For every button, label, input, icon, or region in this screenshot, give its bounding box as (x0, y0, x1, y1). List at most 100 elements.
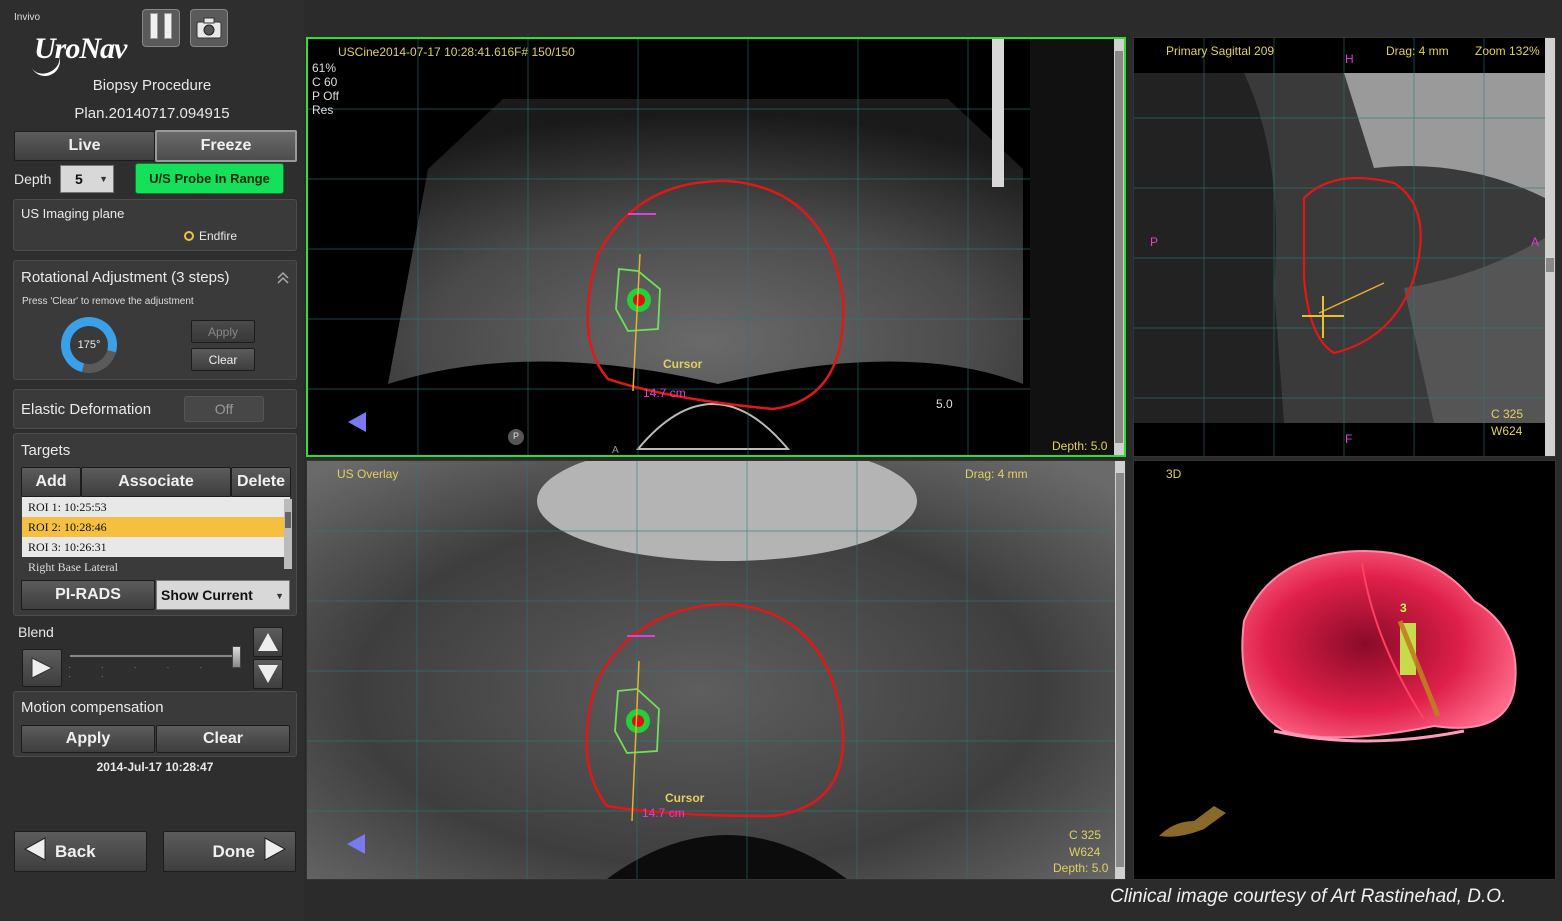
rotational-adjustment-group: Rotational Adjustment (3 steps) Press 'C… (13, 260, 297, 384)
us-param: C 60 (312, 75, 338, 89)
3d-viewport[interactable]: 3D 3 (1133, 460, 1556, 880)
us-marker-a: A (612, 445, 619, 456)
depth-label: Depth (14, 171, 52, 187)
sagittal-marker-a: A (1531, 235, 1540, 249)
targets-list[interactable]: ROI 1: 10:25:53 ROI 2: 10:28:46 ROI 3: 1… (22, 497, 290, 577)
forward-arrow-icon (261, 835, 289, 868)
sagittal-drag: Drag: 4 mm (1386, 44, 1449, 58)
image-credit: Clinical image courtesy of Art Rastineha… (1110, 886, 1507, 907)
blend-up-button[interactable] (253, 627, 283, 657)
control-panel: Invivo UroNav Biopsy Procedure Plan.2014… (0, 0, 304, 921)
sagittal-contrast: C 325 (1491, 407, 1524, 421)
motion-clear-button[interactable]: Clear (156, 725, 290, 753)
sagittal-zoom: Zoom 132% (1475, 44, 1540, 58)
back-button[interactable]: Back (14, 831, 147, 872)
elastic-deformation-title: Elastic Deformation (21, 401, 152, 418)
overlay-scrollbar[interactable] (1115, 461, 1125, 879)
snapshot-button[interactable] (190, 9, 228, 47)
elastic-deformation-group: Elastic Deformation Off (13, 389, 297, 429)
rotation-apply-button[interactable]: Apply (191, 320, 255, 343)
delete-target-button[interactable]: Delete (231, 467, 291, 497)
sagittal-marker-f: F (1345, 432, 1353, 446)
us-cursor-label: Cursor (663, 357, 703, 371)
timestamp: 2014-Jul-17 10:28:47 (96, 760, 214, 774)
arrow-down-icon (258, 665, 278, 683)
blend-slider-knob[interactable] (231, 646, 241, 668)
depth-value: 5 (75, 171, 83, 187)
targets-scroll-thumb[interactable] (285, 512, 291, 528)
ultrasound-image (308, 39, 1124, 455)
us-scrollbar[interactable] (1114, 39, 1124, 455)
motion-compensation-title: Motion compensation (21, 699, 164, 716)
target-row[interactable]: ROI 3: 10:26:31 (22, 537, 290, 557)
collapse-icon[interactable] (276, 271, 290, 285)
probe-status-indicator: U/S Probe In Range (135, 163, 284, 194)
us-depth-scale: 5.0 (936, 397, 953, 411)
back-label: Back (55, 841, 96, 861)
targets-title: Targets (21, 442, 71, 459)
procedure-title: Biopsy Procedure (92, 77, 212, 94)
overlay-distance-label: 14.7 cm (642, 806, 685, 820)
live-button[interactable]: Live (14, 131, 155, 161)
target-row-selected[interactable]: ROI 2: 10:28:46 (22, 517, 290, 537)
chevron-down-icon: ▼ (99, 174, 108, 184)
targets-group: Targets Add Associate Delete ROI 1: 10:2… (13, 433, 297, 616)
overlay-window: W624 (1069, 845, 1101, 859)
imaging-plane-title: US Imaging plane (21, 206, 125, 221)
blend-label: Blend (18, 624, 54, 640)
overlay-cursor-label: Cursor (665, 791, 705, 805)
imaging-plane-group: US Imaging plane Endfire (13, 199, 297, 251)
show-current-select[interactable]: Show Current ▼ (156, 580, 290, 610)
camera-icon (196, 17, 222, 39)
show-current-value: Show Current (161, 587, 253, 603)
sagittal-window: W624 (1491, 424, 1523, 438)
us-param: 61% (312, 61, 337, 75)
sagittal-title: Primary Sagittal 209 (1166, 44, 1275, 58)
overlay-drag: Drag: 4 mm (965, 467, 1028, 481)
elastic-deformation-toggle[interactable]: Off (184, 396, 264, 422)
done-label: Done (212, 841, 256, 861)
sagittal-marker-h: H (1345, 52, 1354, 66)
overlay-viewport[interactable]: US Overlay Drag: 4 mm Cursor 14.7 cm C 3… (306, 460, 1126, 880)
targets-scrollbar[interactable] (284, 499, 292, 569)
overlay-title: US Overlay (337, 467, 399, 481)
overlay-contrast: C 325 (1069, 828, 1102, 842)
motion-apply-button[interactable]: Apply (21, 725, 155, 753)
freeze-button[interactable]: Freeze (155, 130, 297, 162)
add-target-button[interactable]: Add (21, 467, 81, 497)
us-param: P Off (312, 89, 339, 103)
depth-select[interactable]: 5 ▼ (60, 165, 114, 193)
product-logo: UroNav (34, 32, 127, 65)
endfire-radio[interactable] (184, 231, 194, 241)
3d-title: 3D (1166, 467, 1182, 481)
blend-slider-track[interactable] (70, 655, 240, 657)
blend-down-button[interactable] (253, 659, 283, 689)
pirads-button[interactable]: PI-RADS (21, 580, 155, 610)
endfire-label: Endfire (199, 229, 238, 243)
associate-target-button[interactable]: Associate (81, 467, 231, 497)
rotational-adjustment-hint: Press 'Clear' to remove the adjustment (22, 296, 194, 307)
target-row[interactable]: Right Base Lateral (22, 557, 290, 577)
us-params: 61% C 60 P Off Res (312, 61, 339, 117)
pause-button[interactable] (142, 9, 180, 47)
maker-logo: Invivo (14, 12, 41, 23)
us-depth: Depth: 5.0 (1052, 439, 1108, 453)
ultrasound-viewport[interactable]: USCine2014-07-17 10:28:41.616F# 150/150 … (306, 37, 1126, 457)
sagittal-viewport[interactable]: Primary Sagittal 209 Drag: 4 mm Zoom 132… (1133, 37, 1556, 457)
rotational-adjustment-title: Rotational Adjustment (3 steps) (21, 269, 230, 286)
rotation-clear-button[interactable]: Clear (191, 348, 255, 371)
sagittal-scrollbar[interactable] (1545, 38, 1555, 456)
play-icon (31, 657, 54, 679)
us-param: Res (312, 103, 334, 117)
us-marker-p: P (513, 431, 520, 441)
3d-render (1159, 549, 1517, 837)
done-button[interactable]: Done (163, 831, 296, 872)
pause-icon (147, 12, 175, 44)
back-arrow-icon (21, 835, 49, 868)
rotation-angle: 175° (77, 339, 101, 351)
arrow-up-icon (258, 633, 278, 651)
plan-name: Plan.20140717.094915 (74, 105, 230, 122)
blend-play-button[interactable] (22, 649, 62, 687)
target-row[interactable]: ROI 1: 10:25:53 (22, 497, 290, 517)
chevron-down-icon: ▼ (275, 591, 284, 601)
